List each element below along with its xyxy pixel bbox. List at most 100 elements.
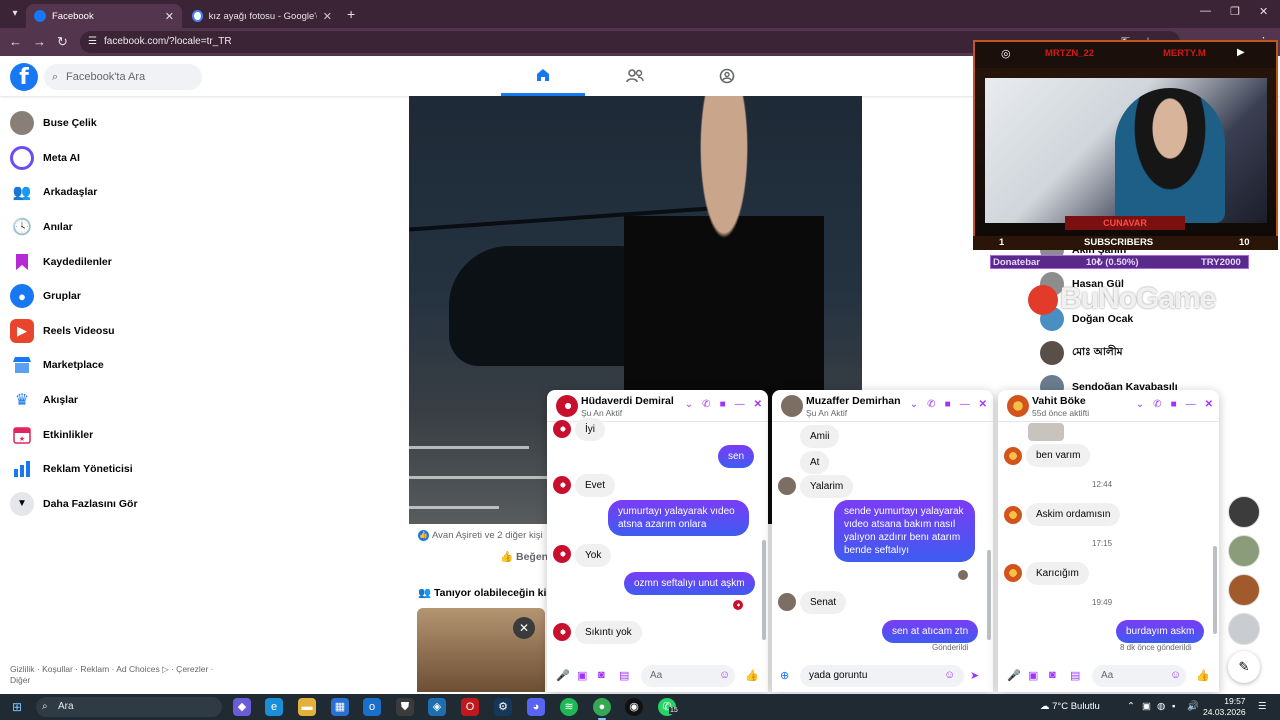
- sidebar-item-ads-manager[interactable]: Reklam Yöneticisi: [0, 452, 220, 487]
- video-call-icon[interactable]: ■: [1171, 399, 1177, 410]
- minimize-icon[interactable]: —: [735, 399, 745, 410]
- reload-button[interactable]: ↻: [57, 34, 68, 50]
- chat-scrollbar[interactable]: [987, 550, 991, 640]
- show-hidden-icons[interactable]: ⌃: [1127, 701, 1135, 712]
- close-icon[interactable]: ✕: [1205, 399, 1213, 410]
- sidebar-item-meta-ai[interactable]: Meta AI: [0, 141, 220, 176]
- defender-icon[interactable]: ⛊: [396, 698, 414, 716]
- sticker-icon[interactable]: ◙: [598, 669, 605, 681]
- chat-contact-name[interactable]: Vahit Böke: [1032, 395, 1086, 407]
- gif-icon[interactable]: ▤: [1070, 669, 1080, 682]
- tab-search-button[interactable]: ▾: [6, 5, 24, 23]
- edge-icon[interactable]: e: [265, 698, 283, 716]
- facebook-search-input[interactable]: ⌕ Facebook'ta Ara: [44, 64, 202, 90]
- tray-icon[interactable]: ▣: [1142, 701, 1151, 712]
- chrome-icon[interactable]: ●: [593, 698, 611, 720]
- thumbs-up-icon[interactable]: 👍: [1196, 669, 1210, 682]
- chat-header[interactable]: Hüdaverdi Demiral Şu An Aktif ⌄ ✆ ■ — ✕: [547, 390, 768, 422]
- restore-button[interactable]: ❐: [1230, 5, 1240, 18]
- tray-icon[interactable]: ◍: [1157, 701, 1165, 712]
- chat-header[interactable]: Muzaffer Demirhan Şu An Aktif ⌄ ✆ ■ — ✕: [772, 390, 993, 422]
- chat-head-avatar[interactable]: [1228, 535, 1260, 567]
- new-message-button[interactable]: ✎: [1228, 651, 1260, 683]
- visual-studio-icon[interactable]: ◈: [428, 698, 446, 716]
- video-call-icon[interactable]: ■: [720, 399, 726, 410]
- gif-icon[interactable]: ▤: [619, 669, 629, 682]
- minimize-icon[interactable]: —: [960, 399, 970, 410]
- chat-head-avatar[interactable]: [1228, 613, 1260, 645]
- phone-icon[interactable]: ✆: [927, 399, 935, 410]
- discord-icon[interactable]: ◕: [527, 698, 545, 716]
- forward-button[interactable]: →: [33, 34, 46, 49]
- sticker-icon[interactable]: ◙: [1049, 669, 1056, 681]
- obs-icon[interactable]: ◉: [625, 698, 643, 716]
- taskbar-search[interactable]: ⌕ Ara: [36, 697, 222, 717]
- back-button[interactable]: ←: [9, 34, 22, 49]
- tab-google-search[interactable]: kız ayağı fotosu - Google'da Ar ✕: [184, 4, 340, 28]
- notifications-icon[interactable]: ☰: [1258, 701, 1267, 712]
- like-button[interactable]: 👍 Beğen: [500, 550, 548, 563]
- sidebar-item-memories[interactable]: 🕓 Anılar: [0, 210, 220, 245]
- close-tab-icon[interactable]: ✕: [165, 10, 174, 23]
- chevron-down-icon[interactable]: ⌄: [910, 399, 918, 410]
- sidebar-item-marketplace[interactable]: Marketplace: [0, 348, 220, 383]
- outlook-icon[interactable]: o: [363, 698, 381, 716]
- emoji-icon[interactable]: ☺: [1170, 669, 1181, 681]
- chat-head-avatar[interactable]: [1228, 574, 1260, 606]
- volume-icon[interactable]: 🔊: [1187, 701, 1199, 712]
- opera-icon[interactable]: O: [461, 698, 479, 716]
- minimize-button[interactable]: —: [1200, 5, 1211, 17]
- nav-home-tab[interactable]: [501, 56, 585, 96]
- footer-links[interactable]: Gizlilik · Koşullar · Reklam · Ad Choice…: [10, 664, 230, 686]
- file-explorer-icon[interactable]: ▬: [298, 698, 316, 716]
- message-input[interactable]: yada goruntu: [800, 665, 964, 687]
- microphone-icon[interactable]: 🎤: [1007, 669, 1021, 682]
- chat-scrollbar[interactable]: [1213, 546, 1217, 634]
- steam-icon[interactable]: ⚙: [494, 698, 512, 716]
- chat-scrollbar[interactable]: [762, 540, 766, 640]
- sidebar-item-groups[interactable]: ● Gruplar: [0, 279, 220, 314]
- minimize-icon[interactable]: —: [1186, 399, 1196, 410]
- sidebar-item-reels[interactable]: ▶ Reels Videosu: [0, 314, 220, 349]
- nav-groups-tab[interactable]: [685, 56, 769, 96]
- phone-icon[interactable]: ✆: [702, 399, 710, 410]
- thumbs-up-icon[interactable]: 👍: [745, 669, 759, 682]
- store-icon[interactable]: ▦: [331, 698, 349, 716]
- chat-contact-name[interactable]: Muzaffer Demirhan: [806, 395, 901, 407]
- chevron-down-icon[interactable]: ⌄: [1136, 399, 1144, 410]
- close-icon[interactable]: ✕: [513, 617, 535, 639]
- sidebar-item-feeds[interactable]: ♛ Akışlar: [0, 383, 220, 418]
- emoji-icon[interactable]: ☺: [944, 669, 955, 681]
- chat-head-avatar[interactable]: [1228, 496, 1260, 528]
- microphone-icon[interactable]: 🎤: [556, 669, 570, 682]
- sidebar-item-saved[interactable]: Kaydedilenler: [0, 244, 220, 279]
- new-tab-button[interactable]: +: [347, 6, 355, 22]
- tab-facebook[interactable]: Facebook ✕: [26, 4, 182, 28]
- chevron-down-icon[interactable]: ⌄: [685, 399, 693, 410]
- video-call-icon[interactable]: ■: [945, 399, 951, 410]
- contact-item[interactable]: মোঃ আলীম: [1040, 341, 1123, 365]
- close-tab-icon[interactable]: ✕: [323, 10, 332, 23]
- chat-header[interactable]: Vahit Böke 55d önce aktifti ⌄ ✆ ■ — ✕: [998, 390, 1219, 422]
- sidebar-item-see-more[interactable]: ▼ Daha Fazlasını Gör: [0, 487, 220, 522]
- post-reactions[interactable]: 👍 Avan Aşireti ve 2 diğer kişi: [418, 530, 543, 541]
- sidebar-item-events[interactable]: ★ Etkinlikler: [0, 417, 220, 452]
- emoji-icon[interactable]: ☺: [719, 669, 730, 681]
- chat-contact-name[interactable]: Hüdaverdi Demiral: [581, 395, 674, 407]
- close-icon[interactable]: ✕: [979, 399, 987, 410]
- site-info-icon[interactable]: ☰: [88, 31, 97, 53]
- spotify-icon[interactable]: ≋: [560, 698, 578, 716]
- photo-icon[interactable]: ▣: [1028, 669, 1038, 682]
- nav-friends-tab[interactable]: [593, 56, 677, 96]
- sidebar-item-profile[interactable]: Buse Çelik: [0, 106, 220, 141]
- add-icon[interactable]: ⊕: [780, 669, 789, 682]
- weather-widget[interactable]: ☁ 7°C Bulutlu: [1040, 701, 1100, 712]
- phone-icon[interactable]: ✆: [1153, 399, 1161, 410]
- send-icon[interactable]: ➤: [970, 669, 979, 682]
- close-window-button[interactable]: ✕: [1259, 5, 1268, 18]
- windows-start-icon[interactable]: ⊞: [12, 700, 22, 714]
- sidebar-item-friends[interactable]: 👥 Arkadaşlar: [0, 175, 220, 210]
- photo-icon[interactable]: ▣: [577, 669, 587, 682]
- facebook-logo[interactable]: f: [10, 63, 38, 91]
- close-icon[interactable]: ✕: [754, 399, 762, 410]
